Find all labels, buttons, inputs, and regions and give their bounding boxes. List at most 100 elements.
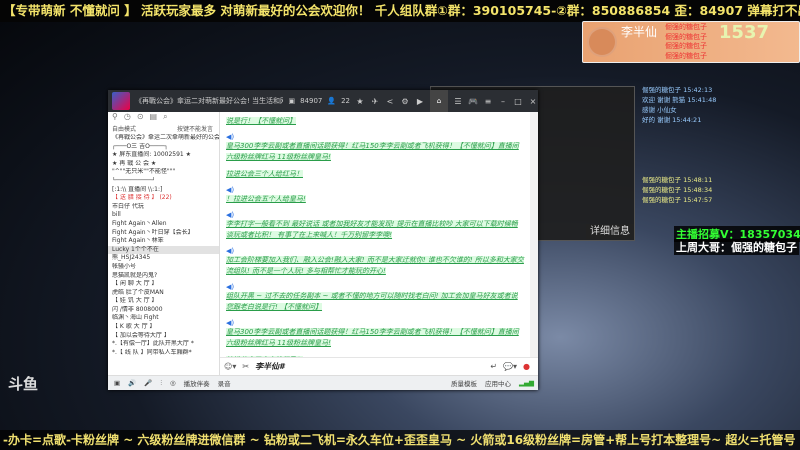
chat-area: 说是行！【不懂就问】 ◀) 皇马300李李云副或者直播间话题获得！红马150李李云副… xyxy=(220,112,530,357)
channel-id: 84907 xyxy=(300,97,323,105)
channel-item[interactable]: Fight Again丶林笨 xyxy=(108,237,219,246)
gift-count: 1537 xyxy=(718,22,769,43)
chat-message: ◀) 皇马300李李云副或者直播间话题获得！红马150李李云副或者飞机获得！【不懂… xyxy=(226,133,524,163)
location-icon[interactable]: ⊙ xyxy=(137,112,144,124)
play-music-button[interactable]: 播放伴奏 xyxy=(184,378,210,388)
board-icon[interactable]: ▤ xyxy=(150,112,158,124)
mode-hint: 按键不能发言 xyxy=(176,126,213,133)
plane-icon[interactable]: ✈ xyxy=(370,97,380,106)
message-text: 加工会阶梯要加入我们、融入公会!融入大家! 而不是大家迁就你! 谁也不欠谁的! … xyxy=(226,256,524,275)
screenshot-icon[interactable]: ✂ xyxy=(242,362,249,371)
gift-item: 倔强的糖包子 xyxy=(665,51,707,60)
channel-item[interactable]: 帐骚小号 xyxy=(108,263,219,272)
message-text: 组队开黑 ~ 过不去的任务副本 ~ 或者不懂的地方可以随时找老白问! 加工会加皇… xyxy=(226,292,518,311)
app-center-button[interactable]: 应用中心 xyxy=(485,378,511,388)
channel-item[interactable]: └──────────┘ xyxy=(108,177,219,186)
close-icon[interactable]: × xyxy=(528,97,538,106)
channel-item[interactable]: ★ 屏东直播间: 10002591 ★ xyxy=(108,151,219,160)
online-count: 22 xyxy=(341,97,350,105)
channel-item[interactable]: "^""无只米""不能怪""" xyxy=(108,168,219,177)
video-icon[interactable]: ▶ xyxy=(415,97,425,106)
speaker-icon: ◀) xyxy=(226,247,235,255)
signal-icon: ▂▄▆ xyxy=(519,379,534,387)
chat-scrollbar[interactable] xyxy=(530,112,538,357)
channel-item[interactable]: 虎皓 肚了个皮MAN xyxy=(108,289,219,298)
channel-item[interactable]: *.【有偿一厅】此队开黑大厅 * xyxy=(108,340,219,349)
channel-item[interactable]: Fight Again丶叶日穿【会长】 xyxy=(108,229,219,238)
channel-item[interactable]: Fight Again丶Allen xyxy=(108,220,219,229)
channel-item[interactable]: 闪 /情非 8008000 xyxy=(108,306,219,315)
speaker-icon[interactable]: 🔊 xyxy=(128,379,136,387)
channel-item[interactable]: *.【 线 队 】同带私人车厢群* xyxy=(108,349,219,358)
title-bar: 《再戰公会》傘运二对萌新最好公会! 当生活和网络发生冲突的时... ▣ 8490… xyxy=(108,90,538,112)
headset-icon[interactable]: ◎ xyxy=(170,379,176,387)
chat-input[interactable]: 李半仙# xyxy=(255,361,484,372)
mic-icon[interactable]: ● xyxy=(523,362,530,371)
list-icon[interactable]: ≡ xyxy=(483,97,493,106)
message-text: 皇马300李李云副或者直播间话题获得！红马150李李云副或者飞机获得！【不懂就问… xyxy=(226,142,519,161)
danmaku-item: 倔强的糖包子 15:42:13 xyxy=(642,86,713,94)
channel-item[interactable]: ★ 再 戰 公 会 ★ xyxy=(108,160,219,169)
channel-item[interactable]: 【 加以会等待大厅 】 xyxy=(108,332,219,341)
guild-avatar-icon[interactable]: ▣ xyxy=(114,379,120,387)
chat-message: ◀) 组队开黑 ~ 过不去的任务副本 ~ 或者不懂的地方可以随时找老白问! 加工会… xyxy=(226,283,524,313)
bottom-banner: -办卡=点歌-卡粉丝牌 ~ 六级粉丝牌进微信群 ~ 钻粉或二飞机=永久车位+歪歪… xyxy=(0,430,800,450)
emoji-icon[interactable]: ☺▾ xyxy=(224,362,236,371)
danmaku-item: 倔强的糖包子 15:47:57 xyxy=(642,196,713,204)
channel-item[interactable]: 【 K 歌 大 厅 】 xyxy=(108,323,219,332)
detail-info-button[interactable]: 详细信息 xyxy=(586,224,634,239)
chat-message: ◀) ！拉进公会五个人给皇马! xyxy=(226,186,524,205)
gift-list: 倔强的糖包子 倔强的糖包子 倔强的糖包子 倔强的糖包子 xyxy=(665,23,707,61)
record-button[interactable]: 录音 xyxy=(218,378,231,388)
share-icon[interactable]: < xyxy=(385,97,395,106)
channel-item[interactable]: 【 闲 聊 大 厅 】 xyxy=(108,280,219,289)
speaker-icon: ◀) xyxy=(226,186,235,194)
channel-item[interactable]: bill xyxy=(108,211,219,220)
menu-icon[interactable]: ☰ xyxy=(453,97,463,106)
chat-message: 拉进公会三个人给红马！ xyxy=(226,169,524,180)
settings-icon[interactable]: ⚙ xyxy=(400,97,410,106)
chat-message: 说是行！【不懂就问】 xyxy=(226,116,524,127)
channel-item[interactable]: [:1:\\ 直播间 \\:1:] xyxy=(108,186,219,195)
channel-list: 《再戰公会》傘运二次傘萌新最好的公会一 ┌───O三 吉O────┐ ★ 屏东直播间… xyxy=(108,134,219,357)
mode-row: 自由模式 按键不能发言 xyxy=(108,124,219,134)
chat-message: ◀) 李李打字一般看不到 最好说话 或者加我好友才能发现! 提示在直播比较吵 大家… xyxy=(226,211,524,241)
chat-message: ◀) 皇马300李李云副或者直播间话题获得！红马150李李云副或者飞机获得！【不懂… xyxy=(226,319,524,349)
chat-message: ◀) 加工会阶梯要加入我们、融入公会!融入大家! 而不是大家迁就你! 谁也不欠谁的… xyxy=(226,247,524,277)
gift-item: 倔强的糖包子 xyxy=(665,32,707,41)
search-icon[interactable]: ⌕ xyxy=(163,112,167,124)
star-icon[interactable]: ★ xyxy=(355,97,365,106)
message-text: 李李打字一般看不到 最好说话 或者加我好友才能发现! 提示在直播比较吵 大家可以… xyxy=(226,220,518,239)
channel-item[interactable]: 熊_HSJ24345 xyxy=(108,254,219,263)
stream-danmaku: 倔强的糖包子 15:42:13 欢迎 谢谢 熊猫 15:41:48 感谢 小仙女… xyxy=(642,65,800,205)
send-icon[interactable]: ↵ xyxy=(490,362,497,371)
channel-item[interactable]: 【 送 腊 接 待 】 (22) xyxy=(108,194,219,203)
home-icon[interactable]: ⌂ xyxy=(430,90,448,112)
mic-icon[interactable]: 🎤 xyxy=(144,379,152,387)
channel-item[interactable]: 临渊丶海山 Fight xyxy=(108,314,219,323)
user-icon[interactable]: ⚲ xyxy=(112,112,118,124)
channel-title: 《再戰公会》傘运二对萌新最好公会! 当生活和网络发生冲突的时... xyxy=(135,97,283,105)
channel-item[interactable]: 《再戰公会》傘运二次傘萌新最好的公会一 xyxy=(108,134,219,143)
speaker-icon: ◀) xyxy=(226,319,235,327)
bottom-bar: ▣ 🔊 🎤 ⫶ ◎ 播放伴奏 录音 质量模板 应用中心 ▂▄▆ xyxy=(108,375,538,390)
channel-item[interactable]: 思猫凯就是内鬼? xyxy=(108,272,219,281)
message-text: ！拉进公会五个人给皇马! xyxy=(226,195,306,203)
channel-item[interactable]: Lucky 1个个不在 xyxy=(108,245,219,255)
game-icon[interactable]: 🎮 xyxy=(468,97,478,106)
message-text: 皇马300李李云副或者直播间话题获得！红马150李李云副或者飞机获得！【不懂就问… xyxy=(226,328,519,347)
channel-item[interactable]: ┌───O三 吉O────┐ xyxy=(108,143,219,152)
channel-item[interactable]: 【 娃 饥 大 厅 】 xyxy=(108,297,219,306)
mixer-icon[interactable]: ⫶ xyxy=(160,379,162,388)
channel-item[interactable]: 市白仔 代玩 xyxy=(108,203,219,212)
message-text: 拉进公会三个人给红马！ xyxy=(226,170,303,178)
bubble-icon[interactable]: 💬▾ xyxy=(503,362,517,371)
guild-logo xyxy=(112,92,130,110)
maximize-icon[interactable]: □ xyxy=(513,97,523,106)
chat-input-bar: ☺▾ ✂ 李半仙# ↵ 💬▾ ● xyxy=(220,357,538,375)
minimize-icon[interactable]: – xyxy=(498,97,508,106)
history-icon[interactable]: ◷ xyxy=(124,112,131,124)
mode-select[interactable]: 自由模式 xyxy=(112,124,136,134)
channel-toolbar: ⚲ ◷ ⊙ ▤ ⌕ xyxy=(108,112,219,124)
quality-template-button[interactable]: 质量模板 xyxy=(451,378,477,388)
